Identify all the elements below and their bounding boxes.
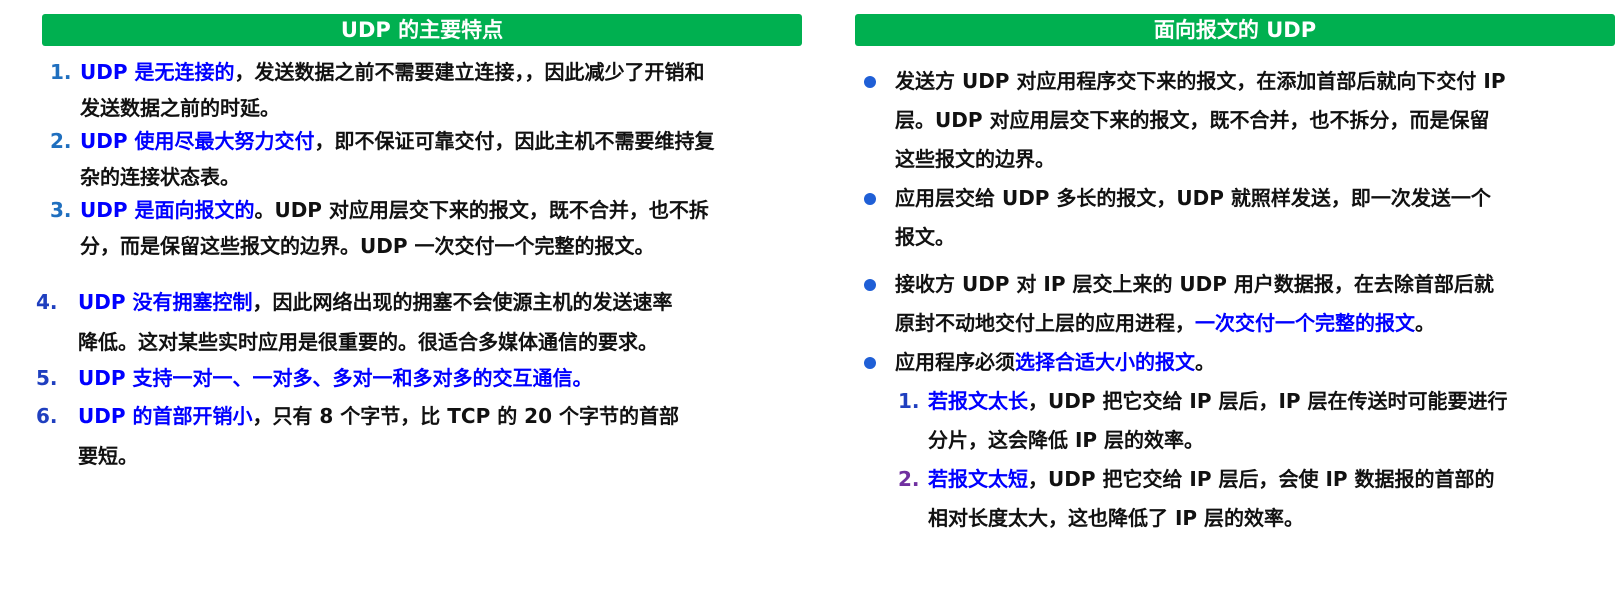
bullet-text: 应用程序必须 (895, 350, 1015, 374)
left-item-4: 4. UDP 没有拥塞控制，因此网络出现的拥塞不会使源主机的发送速率 降低。这对… (36, 282, 672, 362)
item-highlight: UDP 是面向报文的 (80, 198, 255, 222)
sub-item-text: ，UDP 把它交给 IP 层后，会使 IP 数据报的首部的 (1028, 467, 1495, 491)
item-text: 。UDP 对应用层交下来的报文，既不合并，也不拆 (254, 198, 709, 222)
item-number: 6. (36, 404, 58, 428)
item-text: ，因此网络出现的拥塞不会使源主机的发送速率 (252, 290, 673, 314)
left-item-5: 5. UDP 支持一对一、一对多、多对一和多对多的交互通信。 (36, 358, 592, 398)
item-text-cont: 降低。这对某些实时应用是很重要的。很适合多媒体通信的要求。 (78, 330, 658, 354)
item-text: ，只有 8 个字节，比 TCP 的 20 个字节的首部 (252, 404, 679, 428)
bullet-text: 发送方 UDP 对应用程序交下来的报文，在添加首部后就向下交付 IP (895, 69, 1506, 93)
right-bullet-4: 应用程序必须选择合适大小的报文。 (895, 343, 1215, 382)
bullet-text-end: 。 (1195, 350, 1215, 374)
right-sub-item-1: 1. 若报文太长，UDP 把它交给 IP 层后，IP 层在传送时可能要进行 分片… (898, 382, 1508, 460)
sub-item-text-cont: 相对长度太大，这也降低了 IP 层的效率。 (928, 506, 1305, 530)
item-highlight: UDP 是无连接的 (80, 60, 235, 84)
left-title: UDP 的主要特点 (340, 18, 504, 42)
item-number: 3. (50, 198, 72, 222)
bullet-highlight: 一次交付一个完整的报文 (1195, 311, 1415, 335)
right-bullet-1: 发送方 UDP 对应用程序交下来的报文，在添加首部后就向下交付 IP 层。UDP… (895, 62, 1506, 179)
item-number: 4. (36, 290, 58, 314)
bullet-dot-icon (864, 193, 876, 205)
item-number: 2. (50, 129, 72, 153)
item-number: 1. (50, 60, 72, 84)
item-text-cont: 杂的连接状态表。 (80, 165, 240, 189)
bullet-dot-icon (864, 357, 876, 369)
bullet-dot-icon (864, 279, 876, 291)
left-item-6: 6. UDP 的首部开销小，只有 8 个字节，比 TCP 的 20 个字节的首部… (36, 396, 679, 476)
left-item-3: 3. UDP 是面向报文的。UDP 对应用层交下来的报文，既不合并，也不拆 分，… (50, 192, 709, 264)
right-title: 面向报文的 UDP (1153, 18, 1317, 42)
item-highlight: UDP 使用尽最大努力交付 (80, 129, 315, 153)
bullet-text-cont: 层。UDP 对应用层交下来的报文，既不合并，也不拆分，而是保留 (895, 108, 1490, 132)
bullet-text-cont: 这些报文的边界。 (895, 147, 1055, 171)
sub-item-text-cont: 分片，这会降低 IP 层的效率。 (928, 428, 1205, 452)
item-highlight: UDP 支持一对一、一对多、多对一和多对多的交互通信。 (78, 366, 593, 390)
sub-item-highlight: 若报文太短 (928, 467, 1028, 491)
item-text-cont: 发送数据之前的时延。 (80, 96, 280, 120)
left-item-1: 1. UDP 是无连接的，发送数据之前不需要建立连接，，因此减少了开销和 发送数… (50, 54, 704, 126)
item-text-cont: 分，而是保留这些报文的边界。UDP 一次交付一个完整的报文。 (80, 234, 655, 258)
right-bullet-3: 接收方 UDP 对 IP 层交上来的 UDP 用户数据报，在去除首部后就 原封不… (895, 265, 1494, 343)
item-text-cont: 要短。 (78, 444, 138, 468)
bullet-text-end: 。 (1415, 311, 1435, 335)
item-highlight: UDP 的首部开销小 (78, 404, 253, 428)
item-highlight: UDP 没有拥塞控制 (78, 290, 253, 314)
item-text: ，发送数据之前不需要建立连接，，因此减少了开销和 (234, 60, 705, 84)
right-title-banner: 面向报文的 UDP (855, 14, 1615, 46)
sub-item-number: 1. (898, 389, 920, 413)
left-title-banner: UDP 的主要特点 (42, 14, 802, 46)
item-number: 5. (36, 366, 58, 390)
bullet-text-cont: 报文。 (895, 225, 955, 249)
bullet-dot-icon (864, 76, 876, 88)
left-item-2: 2. UDP 使用尽最大努力交付，即不保证可靠交付，因此主机不需要维持复 杂的连… (50, 123, 714, 195)
sub-item-text: ，UDP 把它交给 IP 层后，IP 层在传送时可能要进行 (1028, 389, 1508, 413)
sub-item-number: 2. (898, 467, 920, 491)
item-text: ，即不保证可靠交付，因此主机不需要维持复 (314, 129, 715, 153)
sub-item-highlight: 若报文太长 (928, 389, 1028, 413)
right-bullet-2: 应用层交给 UDP 多长的报文，UDP 就照样发送，即一次发送一个 报文。 (895, 179, 1491, 257)
bullet-text: 接收方 UDP 对 IP 层交上来的 UDP 用户数据报，在去除首部后就 (895, 272, 1494, 296)
bullet-text: 应用层交给 UDP 多长的报文，UDP 就照样发送，即一次发送一个 (895, 186, 1491, 210)
bullet-text-cont: 原封不动地交付上层的应用进程， (895, 311, 1195, 335)
bullet-highlight: 选择合适大小的报文 (1015, 350, 1195, 374)
right-sub-item-2: 2. 若报文太短，UDP 把它交给 IP 层后，会使 IP 数据报的首部的 相对… (898, 460, 1495, 538)
